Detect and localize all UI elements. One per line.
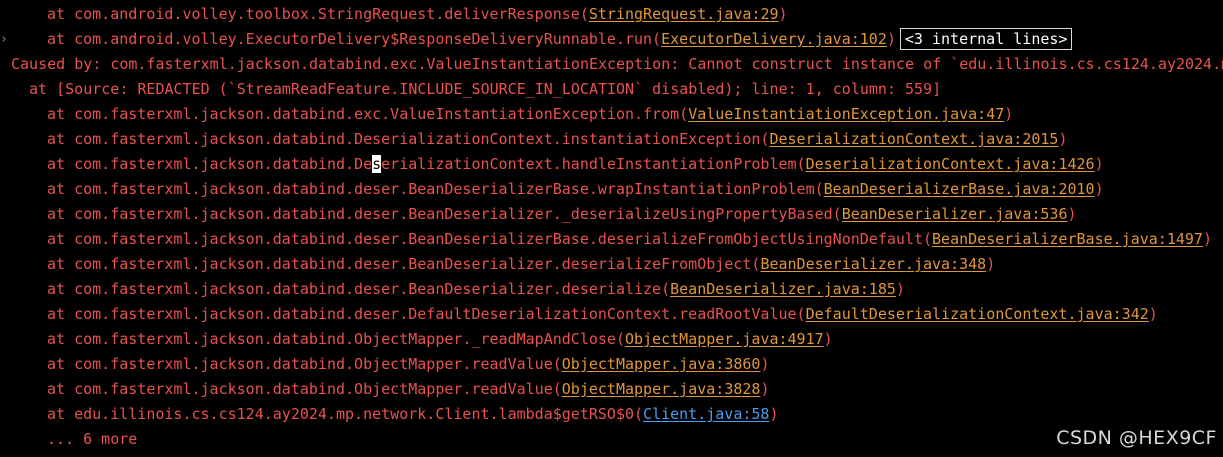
stack-frame-line: at com.fasterxml.jackson.databind.deser.… <box>0 302 1223 327</box>
stack-frame-text: at com.fasterxml.jackson.databind.exc.Va… <box>47 105 689 123</box>
source-link[interactable]: ObjectMapper.java:4917 <box>625 330 824 348</box>
stack-frame-line: at com.fasterxml.jackson.databind.exc.Va… <box>0 102 1223 127</box>
stack-frame-text: at edu.illinois.cs.cs124.ay2024.mp.netwo… <box>47 405 644 423</box>
source-link[interactable]: BeanDeserializer.java:185 <box>670 280 896 298</box>
caused-by-text: Caused by: com.fasterxml.jackson.databin… <box>11 55 1223 73</box>
stack-frame-suffix: ) <box>1148 305 1158 323</box>
stack-frame-text: erializationContext.handleInstantiationP… <box>381 155 806 173</box>
source-link[interactable]: DeserializationContext.java:2015 <box>769 130 1058 148</box>
stack-frame-text: at com.fasterxml.jackson.databind.deser.… <box>47 180 824 198</box>
stack-frame-line: at com.fasterxml.jackson.databind.deser.… <box>0 177 1223 202</box>
stack-frame-suffix: ) <box>986 255 996 273</box>
fold-arrow-icon[interactable]: › <box>0 27 10 52</box>
stack-frame-suffix: ) <box>1058 130 1068 148</box>
stack-frame-text: at com.android.volley.toolbox.StringRequ… <box>47 5 589 23</box>
stack-frame-text: at com.android.volley.ExecutorDelivery$R… <box>47 30 662 48</box>
stack-frame-line: at com.fasterxml.jackson.databind.deser.… <box>0 252 1223 277</box>
stack-frame-text: at com.fasterxml.jackson.databind.De <box>47 155 373 173</box>
stack-frame-text: at com.fasterxml.jackson.databind.deser.… <box>47 280 671 298</box>
source-link[interactable]: DeserializationContext.java:1426 <box>806 155 1095 173</box>
stack-frame-suffix: ) <box>760 380 770 398</box>
stack-frame-text: at com.fasterxml.jackson.databind.deser.… <box>47 305 806 323</box>
more-frames-text: ... 6 more <box>47 430 138 448</box>
stack-frame-text: at com.fasterxml.jackson.databind.Object… <box>47 380 562 398</box>
source-link[interactable]: BeanDeserializer.java:348 <box>760 255 986 273</box>
stack-frame-text: at com.fasterxml.jackson.databind.deser.… <box>47 255 761 273</box>
stack-frame-line: at com.fasterxml.jackson.databind.Deseri… <box>0 152 1223 177</box>
stack-frame-line: at com.fasterxml.jackson.databind.Object… <box>0 327 1223 352</box>
source-link[interactable]: BeanDeserializer.java:536 <box>842 205 1068 223</box>
stack-frame-text: at com.fasterxml.jackson.databind.deser.… <box>47 230 933 248</box>
source-link[interactable]: Client.java:58 <box>643 405 769 423</box>
stack-frame-suffix: ) <box>895 280 905 298</box>
stack-frame-suffix: ) <box>769 405 779 423</box>
stack-frame-line: at com.fasterxml.jackson.databind.Deseri… <box>0 127 1223 152</box>
stack-frame-line: at com.fasterxml.jackson.databind.deser.… <box>0 202 1223 227</box>
stack-frame-suffix: ) <box>1094 155 1104 173</box>
stack-frame-line: at com.fasterxml.jackson.databind.deser.… <box>0 277 1223 302</box>
stack-frame-suffix: ) <box>823 330 833 348</box>
source-location-line: at [Source: REDACTED (`StreamReadFeature… <box>0 77 1223 102</box>
stack-frame-text: at com.fasterxml.jackson.databind.Deseri… <box>47 130 770 148</box>
stack-frame-text: at com.fasterxml.jackson.databind.Object… <box>47 355 562 373</box>
stack-frame-suffix: ) <box>1067 205 1077 223</box>
internal-lines-toggle[interactable]: <3 internal lines> <box>899 28 1073 50</box>
stack-frame-line: at com.fasterxml.jackson.databind.deser.… <box>0 227 1223 252</box>
source-link[interactable]: StringRequest.java:29 <box>589 5 779 23</box>
more-frames-line: ... 6 more <box>0 427 1223 452</box>
stack-frame-line: at com.fasterxml.jackson.databind.Object… <box>0 377 1223 402</box>
stack-frame-suffix: ) <box>1094 180 1104 198</box>
source-link[interactable]: ObjectMapper.java:3860 <box>562 355 761 373</box>
stack-frame-suffix: ) <box>1202 230 1212 248</box>
stack-frame-suffix: ) <box>1004 105 1014 123</box>
source-link[interactable]: DefaultDeserializationContext.java:342 <box>806 305 1149 323</box>
stack-frame-line: at edu.illinois.cs.cs124.ay2024.mp.netwo… <box>0 402 1223 427</box>
watermark: CSDN @HEX9CF <box>1056 427 1217 449</box>
caused-by-line: Caused by: com.fasterxml.jackson.databin… <box>0 52 1223 77</box>
source-link[interactable]: ObjectMapper.java:3828 <box>562 380 761 398</box>
stack-frame-suffix: ) <box>886 30 896 48</box>
stack-frame-line: at com.fasterxml.jackson.databind.Object… <box>0 352 1223 377</box>
source-link[interactable]: ValueInstantiationException.java:47 <box>688 105 1004 123</box>
source-link[interactable]: ExecutorDelivery.java:102 <box>661 30 887 48</box>
source-link[interactable]: BeanDeserializerBase.java:1497 <box>932 230 1203 248</box>
stack-frame-suffix: ) <box>760 355 770 373</box>
text-cursor: s <box>372 155 382 173</box>
stack-frame-line: at com.android.volley.toolbox.StringRequ… <box>0 2 1223 27</box>
stack-frame-suffix: ) <box>778 5 788 23</box>
stack-frame-text: at com.fasterxml.jackson.databind.deser.… <box>47 205 842 223</box>
stack-frame-line: › at com.android.volley.ExecutorDelivery$… <box>0 27 1223 52</box>
stack-frame-text: at com.fasterxml.jackson.databind.Object… <box>47 330 625 348</box>
logcat-console: at com.android.volley.toolbox.StringRequ… <box>0 2 1223 457</box>
source-location-text: at [Source: REDACTED (`StreamReadFeature… <box>20 80 942 98</box>
source-link[interactable]: BeanDeserializerBase.java:2010 <box>824 180 1095 198</box>
